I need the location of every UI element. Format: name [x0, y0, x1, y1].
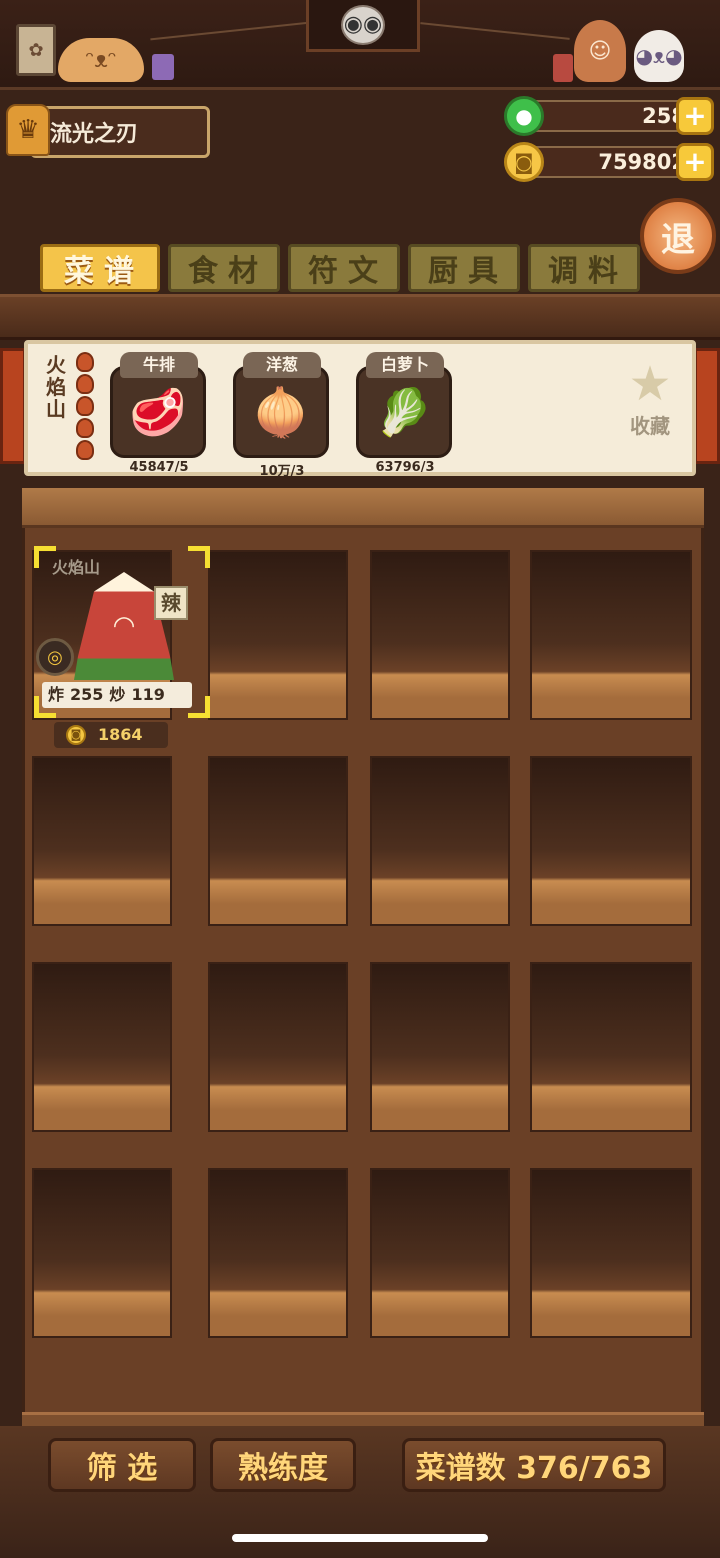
- method-label: 炸: [48, 685, 65, 704]
- flame-icon: [76, 418, 94, 438]
- shelf-slot[interactable]: [370, 962, 510, 1132]
- ingredient-label: 洋葱: [243, 352, 321, 378]
- shelf-slot[interactable]: [370, 756, 510, 926]
- add-jade-button[interactable]: +: [676, 97, 714, 135]
- favorite-button[interactable]: ★ 收藏: [622, 358, 678, 439]
- player-rank-icon: ♛: [6, 104, 50, 156]
- shelf-slot[interactable]: [370, 550, 510, 720]
- player-nameplate[interactable]: ♛ 流光之刃: [6, 104, 210, 158]
- shelf-slot[interactable]: [32, 756, 172, 926]
- home-indicator[interactable]: [232, 1534, 488, 1542]
- favorite-label: 收藏: [630, 414, 670, 438]
- method-value: 119: [131, 685, 165, 704]
- shelf-top-board: [22, 488, 704, 528]
- flame-icon: [76, 374, 94, 394]
- rope-decoration: [150, 21, 310, 41]
- selection-corner: [188, 546, 210, 568]
- shelf-slot[interactable]: [32, 962, 172, 1132]
- dish-name: 火焰山: [52, 558, 101, 577]
- hanging-scroll-icon: ✿: [16, 24, 56, 76]
- recipe-detail-name: 火焰山: [46, 353, 66, 421]
- ingredient-count: 63796/3: [375, 460, 435, 475]
- shelf-slot[interactable]: [208, 756, 348, 926]
- shelf-slot[interactable]: [208, 550, 348, 720]
- panel-post-left: [0, 348, 26, 464]
- shelf-slot[interactable]: [370, 1168, 510, 1338]
- flame-icon: [76, 440, 94, 460]
- cooking-skill-icon: ◎: [36, 638, 74, 676]
- shelf-slot[interactable]: [208, 1168, 348, 1338]
- steak-icon: 🥩: [110, 366, 206, 458]
- filter-button[interactable]: 筛 选: [48, 1438, 196, 1492]
- category-tabs: 菜谱 食材 符文 厨具 调料: [40, 244, 640, 292]
- gold-coin-icon: ◙: [504, 142, 544, 182]
- shelf-slot[interactable]: [530, 756, 692, 926]
- star-icon: ★: [628, 356, 672, 412]
- ingredient-label: 白萝卜: [366, 352, 444, 378]
- spicy-tag: 辣: [154, 586, 188, 620]
- add-gold-button[interactable]: +: [676, 143, 714, 181]
- tab-ingredients[interactable]: 食材: [168, 244, 280, 292]
- dish-price-value: 1864: [98, 725, 143, 744]
- ingredient-label: 牛排: [120, 352, 198, 378]
- chef-girl-icon: ☺: [574, 20, 626, 82]
- onion-icon: 🧅: [233, 366, 329, 458]
- ingredient-count: 10万/3: [259, 464, 305, 479]
- ingredient-radish[interactable]: 🥬 白萝卜 63796/3: [356, 352, 454, 475]
- owl-chef-icon: ◉◉: [341, 4, 385, 45]
- shelf-slot[interactable]: [530, 962, 692, 1132]
- white-cat-icon: ◕ᴥ◕: [634, 30, 684, 82]
- recipe-count-button[interactable]: 菜谱数 376/763: [402, 1438, 666, 1492]
- tab-runes[interactable]: 符文: [288, 244, 400, 292]
- jade-currency: ● 258 +: [504, 96, 714, 136]
- method-label: 炒: [109, 685, 126, 704]
- cooking-methods: 炸 255 炒 119: [42, 682, 192, 708]
- shelf-slot[interactable]: [208, 962, 348, 1132]
- panel-post-right: [694, 348, 720, 464]
- ingredient-steak[interactable]: 🥩 牛排 45847/5: [110, 352, 208, 475]
- radish-icon: 🥬: [356, 366, 452, 458]
- ingredient-count: 45847/5: [129, 460, 189, 475]
- dish-card-selected[interactable]: 火焰山 ◠ 辣 ◎ 炸 255 炒 119: [34, 546, 210, 718]
- exit-button[interactable]: 退: [640, 198, 716, 274]
- tab-seasonings[interactable]: 调料: [528, 244, 640, 292]
- recipe-detail-panel: 火焰山 🥩 牛排 45847/5 🧅 洋葱 10万/3 🥬 白萝卜 63796/…: [24, 340, 696, 479]
- flame-level: [76, 352, 98, 462]
- wooden-beam: [0, 294, 720, 340]
- proficiency-button[interactable]: 熟练度: [210, 1438, 356, 1492]
- player-name: 流光之刃: [50, 122, 139, 147]
- red-jar-icon: [553, 54, 573, 82]
- rope-decoration: [420, 22, 570, 40]
- flame-icon: [76, 352, 94, 372]
- ingredient-onion[interactable]: 🧅 洋葱 10万/3: [233, 352, 331, 479]
- shelf-slot[interactable]: [530, 1168, 692, 1338]
- shelf-slot[interactable]: [530, 550, 692, 720]
- portrait-frame[interactable]: ◉◉: [306, 0, 420, 52]
- dish-price: ◙ 1864: [54, 722, 168, 748]
- sleeping-cat-icon: ᵔᴥᵔ: [58, 38, 144, 82]
- jade-coin-icon: ●: [504, 96, 544, 136]
- flame-icon: [76, 396, 94, 416]
- tab-recipes[interactable]: 菜谱: [40, 244, 160, 292]
- method-value: 255: [70, 685, 104, 704]
- top-decoration-bar: ✿ ᵔᴥᵔ ◉◉ ☺ ◕ᴥ◕: [0, 0, 720, 90]
- gold-currency: ◙ 759802 +: [504, 142, 714, 182]
- purple-jar-icon: [152, 54, 174, 80]
- shelf-slot[interactable]: [32, 1168, 172, 1338]
- tab-cookware[interactable]: 厨具: [408, 244, 520, 292]
- gold-amount: 759802: [598, 150, 686, 174]
- gold-coin-icon: ◙: [66, 725, 86, 745]
